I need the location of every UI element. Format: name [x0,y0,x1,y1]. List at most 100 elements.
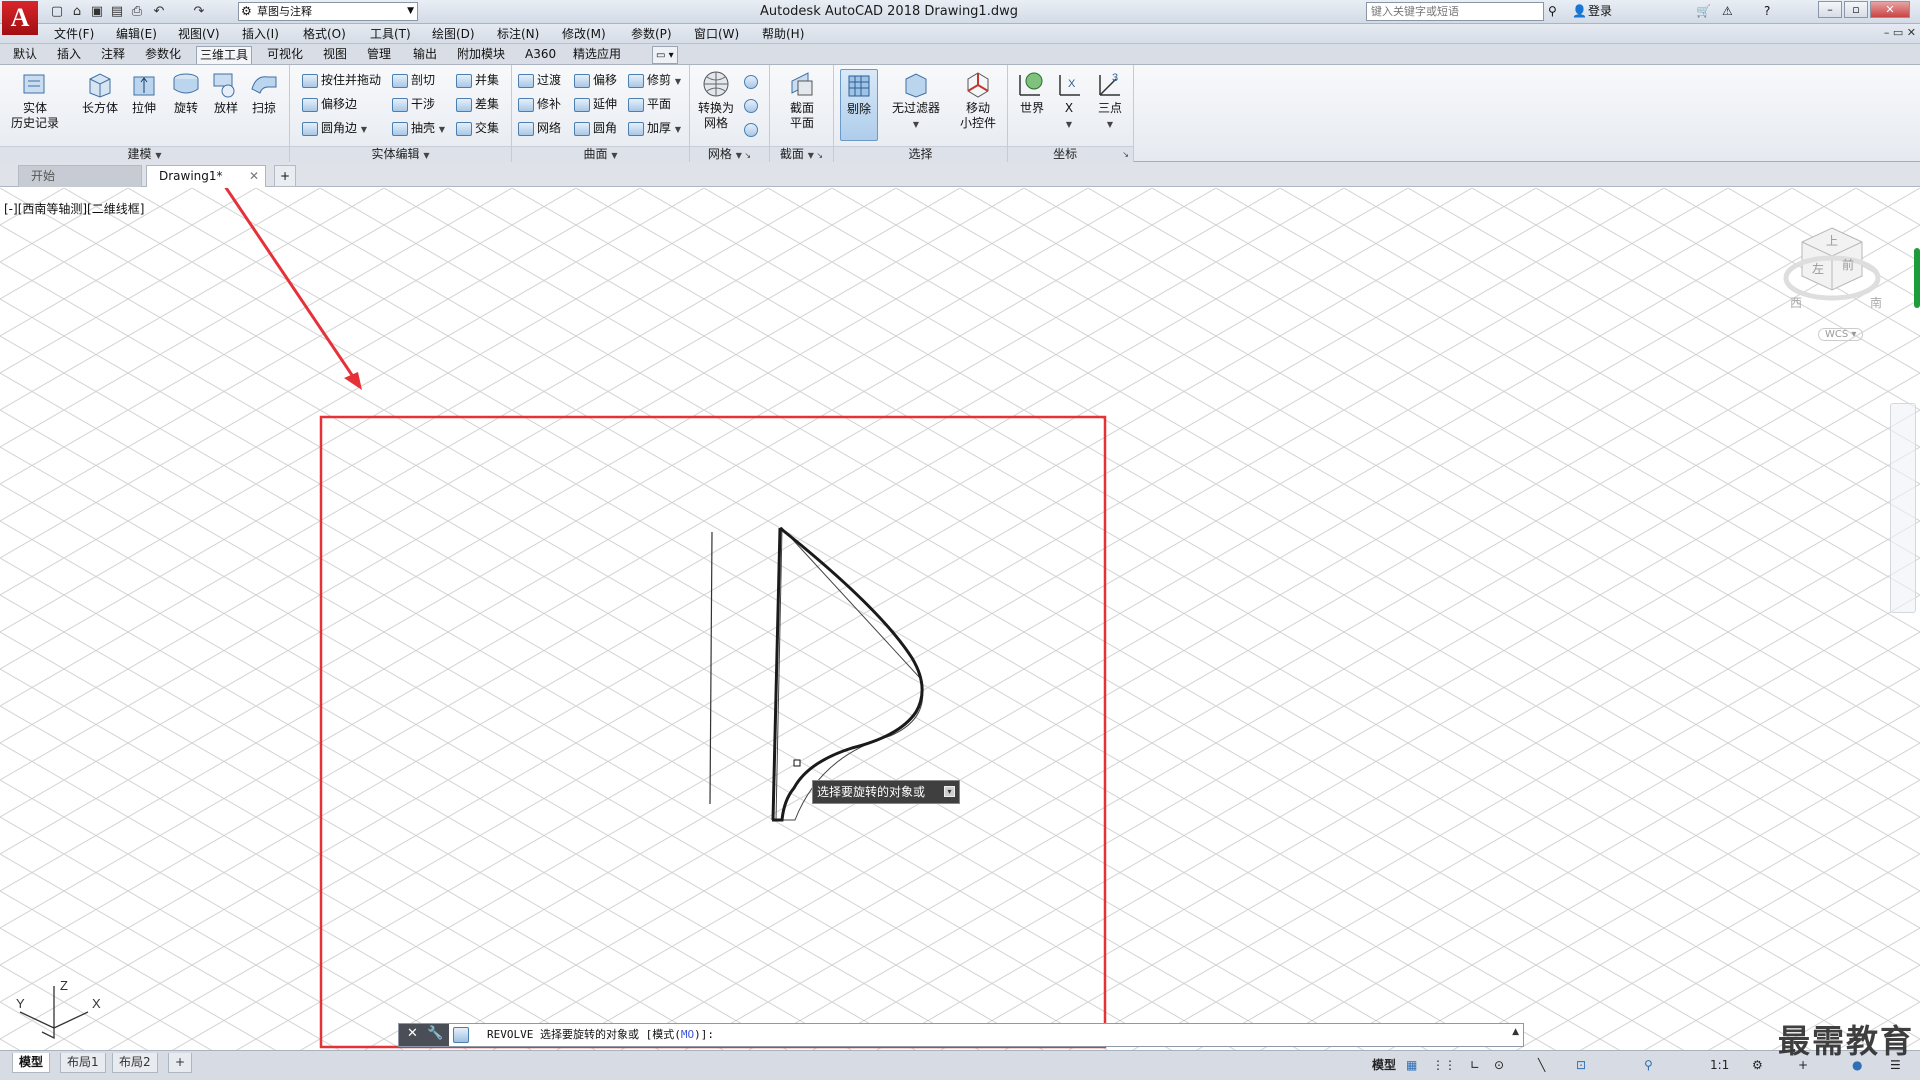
mesh-option-icon-3[interactable] [744,119,762,139]
tab-output[interactable]: 输出 [410,46,440,64]
command-line[interactable]: ✕ 🔧 REVOLVE 选择要旋转的对象或 [模式(MO)]: ▲ [398,1023,1524,1047]
model-space-toggle[interactable]: 模型 [1372,1057,1396,1073]
loft-button[interactable]: 放样 [206,69,246,116]
panel-title-mesh[interactable]: 网格 ▼ ↘ [690,146,769,162]
viewcube-front-label[interactable]: 前 [1842,256,1854,273]
culling-button[interactable]: 剔除 [840,69,878,141]
close-icon[interactable]: ✕ [407,1026,418,1041]
ortho-icon[interactable]: ∟ [1470,1057,1480,1073]
minimize-button[interactable]: – [1818,1,1842,18]
new-file-icon[interactable]: ▢ [48,3,66,20]
offset-surface-button[interactable]: 偏移 [574,70,617,90]
panel-title-coords[interactable]: 坐标 ↘ [1008,146,1133,162]
close-button[interactable]: ✕ [1870,1,1910,18]
ucs-3point-button[interactable]: 3 三点 ▼ [1090,69,1130,132]
ucs-x-button[interactable]: X X ▼ [1054,69,1084,132]
tab-manage[interactable]: 管理 [364,46,394,64]
thicken-button[interactable]: 加厚 ▼ [628,118,681,138]
undo-icon[interactable]: ↶ [150,3,168,20]
fillet-surface-button[interactable]: 圆角 [574,118,617,138]
cart-icon[interactable]: 🛒 [1696,3,1711,20]
menu-parametric[interactable]: 参数(P) [631,26,672,42]
open-file-icon[interactable]: ⌂ [68,3,86,20]
shell-button[interactable]: 抽壳 ▼ [392,118,445,138]
union-button[interactable]: 并集 [456,70,499,90]
box-button[interactable]: 长方体 [80,69,120,116]
viewcube-left-label[interactable]: 左 [1812,260,1824,277]
ribbon-options-button[interactable]: ▭ ▾ [652,46,678,64]
drawing-canvas[interactable]: [-][西南等轴测][二维线框] 上 左 前 西 南 WCS ▾ Z Y X [0,188,1920,1050]
tab-insert[interactable]: 插入 [54,46,84,64]
tooltip-options-button[interactable]: ▾ [944,786,955,797]
wcs-dropdown[interactable]: WCS ▾ [1818,328,1864,341]
tab-default[interactable]: 默认 [10,46,40,64]
menu-window[interactable]: 窗口(W) [694,26,739,42]
command-option-mode[interactable]: MO [681,1028,694,1041]
polar-icon[interactable]: ⊙ [1494,1057,1504,1073]
gear-icon[interactable]: ⚙ [1752,1057,1763,1073]
save-icon[interactable]: ▣ [88,3,106,20]
menu-view[interactable]: 视图(V) [178,26,220,42]
menu-format[interactable]: 格式(O) [303,26,346,42]
panel-title-solid-edit[interactable]: 实体编辑 ▼ [290,146,511,162]
panel-title-surface[interactable]: 曲面 ▼ [512,146,689,162]
ucs-world-button[interactable]: 世界 [1014,69,1050,116]
section-plane-button[interactable]: 截面 平面 [782,69,822,131]
tab-a360[interactable]: A360 [522,46,559,64]
isodraft-icon[interactable]: ╲ [1538,1057,1545,1073]
exchange-icon[interactable]: ⚠ [1722,3,1733,20]
scroll-indicator[interactable] [1914,248,1920,308]
close-icon[interactable]: ✕ [249,166,259,187]
revolve-command-icon[interactable] [453,1027,469,1043]
layout-tab-1[interactable]: 布局1 [60,1053,106,1073]
annotation-visibility-icon[interactable]: ⚲ [1644,1057,1653,1073]
navigation-bar[interactable] [1890,403,1916,613]
add-layout-button[interactable]: + [168,1053,193,1073]
slice-button[interactable]: 剖切 [392,70,435,90]
intersect-button[interactable]: 交集 [456,118,499,138]
redo-icon[interactable]: ↷ [190,3,208,20]
new-tab-button[interactable]: + [274,165,296,187]
viewcube-top-label[interactable]: 上 [1826,232,1838,249]
patch-button[interactable]: 修补 [518,94,561,114]
tab-start[interactable]: 开始 [18,165,142,187]
extend-button[interactable]: 延伸 [574,94,617,114]
tab-view[interactable]: 视图 [320,46,350,64]
interfere-button[interactable]: 干涉 [392,94,435,114]
tab-3d-tools[interactable]: 三维工具 [196,46,253,64]
wrench-icon[interactable]: 🔧 [427,1026,443,1041]
menu-draw[interactable]: 绘图(D) [432,26,475,42]
compass-south-label[interactable]: 南 [1870,294,1882,311]
print-icon[interactable]: ⎙ [128,3,146,20]
tab-addins[interactable]: 附加模块 [454,46,508,64]
network-button[interactable]: 网络 [518,118,561,138]
menu-dimension[interactable]: 标注(N) [497,26,539,42]
convert-to-mesh-button[interactable]: 转换为 网格 [694,69,738,131]
offset-edge-button[interactable]: 偏移边 [302,94,357,114]
tab-drawing1[interactable]: Drawing1* ✕ [146,165,266,187]
subtract-button[interactable]: 差集 [456,94,499,114]
compass-west-label[interactable]: 西 [1790,294,1802,311]
login-button[interactable]: 登录 [1588,3,1612,20]
extrude-button[interactable]: 拉伸 [128,69,160,116]
menu-help[interactable]: 帮助(H) [762,26,804,42]
planar-button[interactable]: 平面 [628,94,671,114]
revolve-button[interactable]: 旋转 [164,69,208,116]
mesh-option-icon-1[interactable] [744,71,762,91]
tab-visualize[interactable]: 可视化 [264,46,306,64]
document-window-controls[interactable]: – ▭ ✕ [1884,26,1916,39]
save-as-icon[interactable]: ▤ [108,3,126,20]
help-icon[interactable]: ? [1764,3,1770,20]
mesh-option-icon-2[interactable] [744,95,762,115]
tab-annotate[interactable]: 注释 [98,46,128,64]
layout-tab-model[interactable]: 模型 [12,1053,51,1073]
application-menu-button[interactable]: A [2,1,38,35]
fillet-edge-button[interactable]: 圆角边 ▼ [302,118,367,138]
binoculars-icon[interactable]: ⚲ [1548,3,1557,20]
sweep-button[interactable]: 扫掠 [244,69,284,116]
move-gizmo-button[interactable]: 移动 小控件 [952,69,1004,131]
solid-history-button[interactable]: 实体 历史记录 [10,69,60,131]
menu-insert[interactable]: 插入(I) [242,26,279,42]
menu-edit[interactable]: 编辑(E) [116,26,157,42]
panel-title-section[interactable]: 截面 ▼ ↘ [770,146,833,162]
